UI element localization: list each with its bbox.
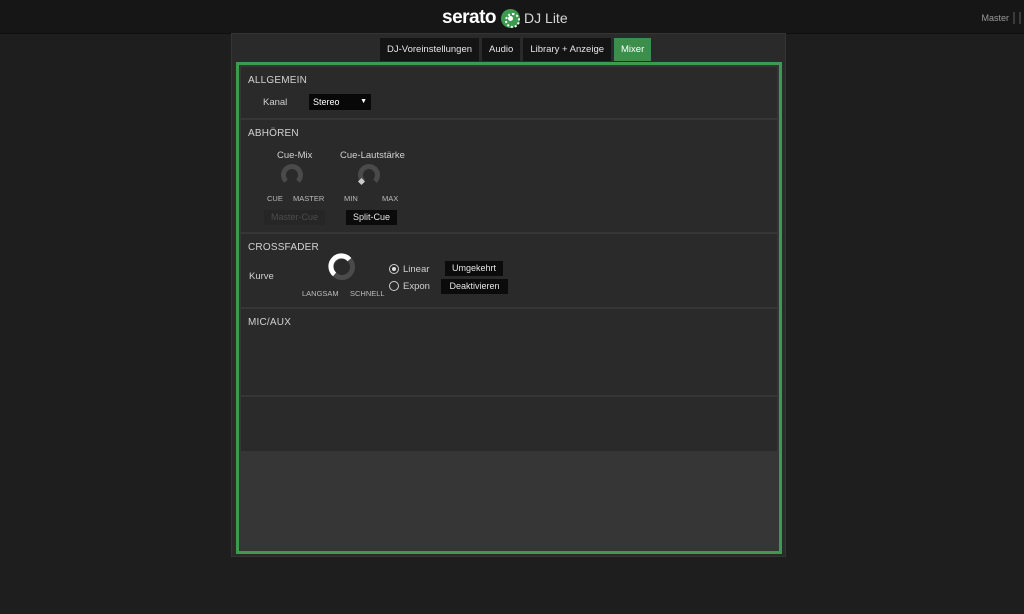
- curve-slow-label: LANGSAM: [302, 289, 339, 298]
- curve-fast-label: SCHNELL: [350, 289, 385, 298]
- expon-label: Expon: [403, 281, 430, 292]
- section-general: ALLGEMEIN Kanal Stereo ▼: [241, 67, 777, 118]
- master-cue-button[interactable]: Master-Cue: [264, 210, 325, 225]
- disable-button[interactable]: Deaktivieren: [441, 279, 508, 294]
- channel-select-value: Stereo: [313, 97, 340, 107]
- serato-record-icon: [501, 8, 521, 28]
- cue-mix-max-label: MASTER: [293, 194, 325, 203]
- linear-radio[interactable]: [389, 264, 399, 274]
- title-bar: serato DJ Lite Master: [0, 0, 1024, 34]
- cue-mix-label: Cue-Mix: [277, 150, 313, 161]
- crossfader-curve-knob[interactable]: [327, 252, 357, 282]
- curve-label: Kurve: [249, 271, 274, 282]
- tab-audio[interactable]: Audio: [482, 38, 521, 61]
- serato-logo: serato DJ Lite: [442, 7, 568, 28]
- expon-radio[interactable]: [389, 281, 399, 291]
- preferences-panel: DJ-Voreinstellungen Audio Library + Anze…: [231, 33, 786, 557]
- cue-mix-knob[interactable]: [281, 164, 303, 186]
- product-name: DJ Lite: [524, 10, 568, 26]
- cue-mix-min-label: CUE: [267, 194, 283, 203]
- cue-volume-max-label: MAX: [382, 194, 399, 203]
- mixer-settings: ALLGEMEIN Kanal Stereo ▼ ABHÖREN Cue-Mix…: [236, 62, 782, 554]
- channel-select[interactable]: Stereo ▼: [309, 94, 371, 110]
- tab-library-display[interactable]: Library + Anzeige: [523, 38, 612, 61]
- section-title: CROSSFADER: [248, 242, 319, 253]
- cue-volume-label: Cue-Lautstärke: [340, 150, 405, 161]
- section-mic-aux: MIC/AUX: [241, 309, 777, 395]
- cue-volume-min-label: MIN: [344, 194, 358, 203]
- split-cue-button[interactable]: Split-Cue: [346, 210, 397, 225]
- master-label: Master: [981, 13, 1009, 23]
- section-monitoring: ABHÖREN Cue-Mix CUE MASTER Cue-Lautstärk…: [241, 120, 777, 232]
- channel-label: Kanal: [263, 97, 288, 108]
- reverse-button[interactable]: Umgekehrt: [445, 261, 503, 276]
- section-title: MIC/AUX: [248, 317, 292, 328]
- preferences-tabs: DJ-Voreinstellungen Audio Library + Anze…: [380, 38, 652, 61]
- brand-wordmark: serato: [442, 7, 497, 28]
- section-empty: [241, 397, 777, 451]
- tab-mixer[interactable]: Mixer: [614, 38, 652, 61]
- master-meter-icon: [1013, 12, 1021, 24]
- section-title: ABHÖREN: [248, 128, 299, 139]
- linear-label: Linear: [403, 264, 430, 275]
- dropdown-arrow-icon: ▼: [360, 98, 367, 105]
- section-title: ALLGEMEIN: [248, 75, 308, 86]
- tab-dj-presets[interactable]: DJ-Voreinstellungen: [380, 38, 480, 61]
- section-crossfader: CROSSFADER Kurve LANGSAM SCHNELL Linear …: [241, 234, 777, 307]
